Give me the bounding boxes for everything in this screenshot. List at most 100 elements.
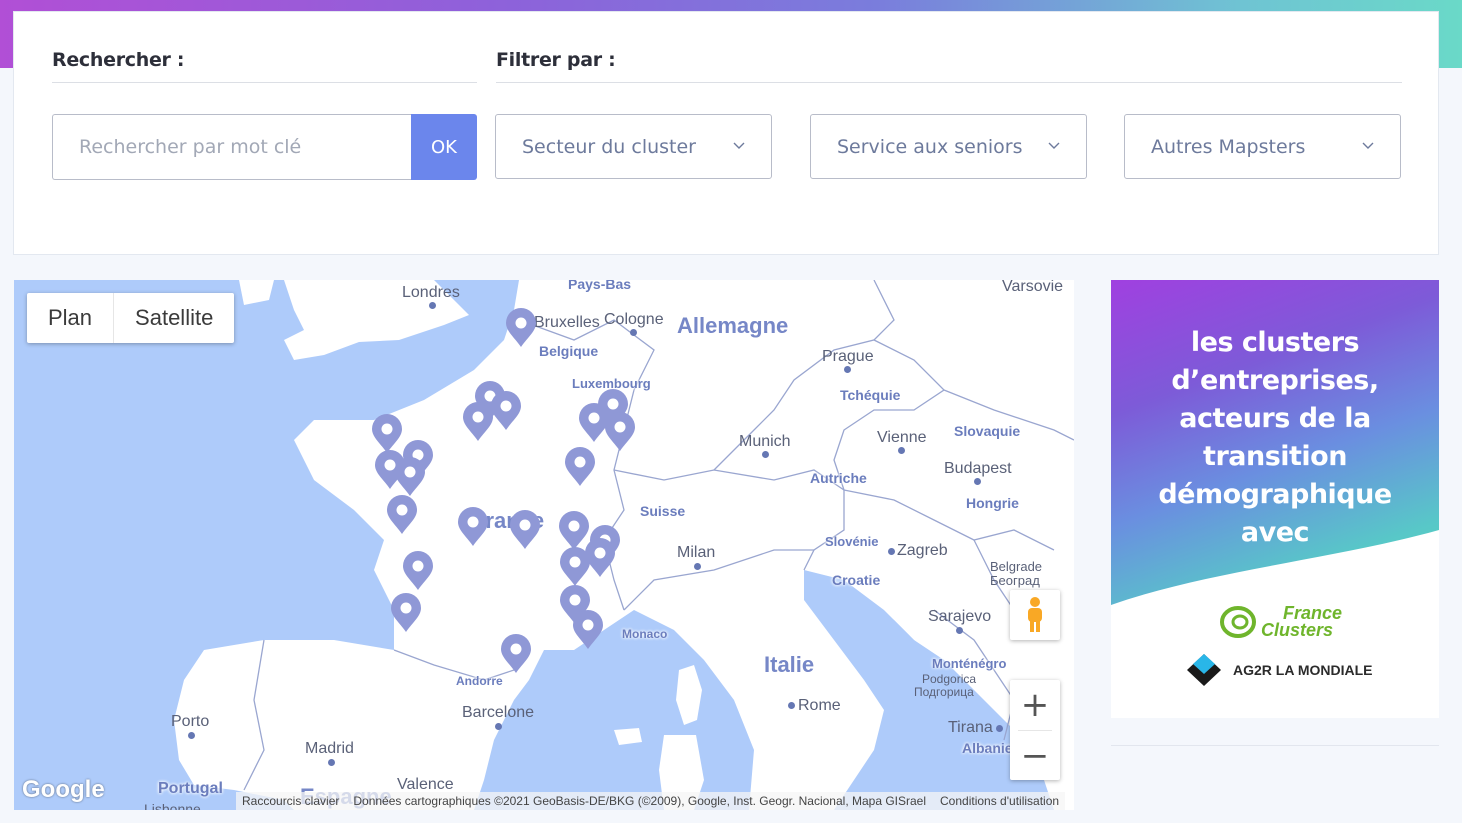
map-label-monaco: Monaco: [622, 627, 668, 641]
sidebar-divider: [1111, 745, 1439, 746]
map-type-control: Plan Satellite: [27, 293, 235, 343]
city-dot: [762, 451, 769, 458]
google-logo: Google: [22, 776, 105, 803]
city-dot: [630, 329, 637, 336]
map-label-podgorica-cyrillic: Подгорица: [914, 685, 974, 699]
map-label-paysbas: Pays-Bas: [568, 280, 632, 292]
search-section-divider: [52, 82, 477, 83]
france-clusters-swirl-icon: [1220, 606, 1256, 638]
senior-service-select-label: Service aux seniors: [837, 135, 1023, 158]
map-label-zagreb: Zagreb: [897, 542, 948, 559]
france-clusters-logo: France Clusters: [1219, 604, 1342, 640]
city-dot: [956, 627, 963, 634]
cluster-map-marker[interactable]: [385, 494, 419, 536]
banner-headline-line: avec: [1240, 517, 1310, 548]
map-label-beograd: Београд: [990, 573, 1040, 588]
map-label-autriche: Autriche: [810, 470, 867, 486]
map-type-satellite-button[interactable]: Satellite: [114, 293, 234, 343]
map-label-vienne: Vienne: [877, 429, 927, 446]
search-filter-panel: Rechercher : Filtrer par : OK Secteur du…: [13, 11, 1439, 255]
search-section-title: Rechercher :: [52, 49, 185, 71]
map-label-hongrie: Hongrie: [966, 495, 1019, 511]
banner-headline-line: les clusters: [1190, 327, 1360, 358]
other-mapsters-select-label: Autres Mapsters: [1151, 135, 1306, 158]
map-label-bruxelles: Bruxelles: [534, 314, 600, 331]
cluster-sector-select[interactable]: Secteur du cluster: [495, 114, 772, 179]
city-dot: [788, 702, 795, 709]
cluster-map-marker[interactable]: [389, 592, 423, 634]
cluster-map-marker[interactable]: [401, 550, 435, 592]
keyboard-shortcuts-link[interactable]: Raccourcis clavier: [242, 794, 339, 808]
zoom-control: + −: [1010, 680, 1060, 780]
city-dot: [898, 447, 905, 454]
map-label-podgorica: Podgorica: [922, 672, 977, 686]
map-label-barcelone: Barcelone: [462, 704, 535, 721]
map-label-munich: Munich: [739, 433, 791, 450]
map-label-budapest: Budapest: [944, 460, 1012, 477]
map-label-porto: Porto: [171, 713, 210, 730]
map-label-tirana: Tirana: [948, 719, 993, 736]
map-label-andorre: Andorre: [456, 674, 503, 688]
map-label-sarajevo: Sarajevo: [928, 608, 992, 625]
street-view-pegman-button[interactable]: [1010, 590, 1060, 640]
cluster-map-marker[interactable]: [508, 509, 542, 551]
map-label-tcheque: Tchéquie: [840, 387, 901, 403]
cluster-map-marker[interactable]: [393, 456, 427, 498]
city-dot: [694, 563, 701, 570]
map-label-albanie: Albanie: [962, 740, 1013, 756]
map-label-varsovie: Varsovie: [1002, 280, 1064, 295]
banner-headline-line: d’entreprises,: [1171, 365, 1379, 396]
map-label-portugal: Portugal: [158, 780, 223, 797]
cluster-sector-select-label: Secteur du cluster: [522, 135, 696, 158]
cluster-map-marker[interactable]: [504, 307, 538, 349]
banner-headline-line: transition: [1203, 441, 1347, 472]
map-label-rome: Rome: [798, 697, 841, 714]
city-dot: [188, 732, 195, 739]
map-label-prague: Prague: [822, 348, 874, 365]
chevron-down-icon: [733, 142, 745, 149]
map-type-plan-button[interactable]: Plan: [27, 293, 113, 343]
sponsor-banner[interactable]: les clusters d’entreprises, acteurs de l…: [1111, 280, 1439, 718]
cluster-map[interactable]: Londres Pays-Bas Bruxelles Cologne Belgi…: [14, 280, 1074, 810]
city-dot: [888, 548, 895, 555]
banner-headline-line: acteurs de la: [1179, 403, 1371, 434]
france-clusters-logo-line2: Clusters: [1261, 620, 1334, 640]
search-ok-button[interactable]: OK: [411, 114, 477, 180]
city-dot: [495, 723, 502, 730]
map-label-lisbonne: Lisbonne: [144, 801, 201, 810]
map-label-slovaquie: Slovaquie: [954, 423, 1021, 439]
map-label-montenegro: Monténégro: [932, 656, 1007, 671]
terms-of-use-link[interactable]: Conditions d'utilisation: [940, 794, 1059, 808]
cluster-map-marker[interactable]: [461, 401, 495, 443]
zoom-in-button[interactable]: +: [1010, 680, 1060, 730]
cluster-map-marker[interactable]: [571, 609, 605, 651]
cluster-map-marker[interactable]: [558, 546, 592, 588]
cluster-map-marker[interactable]: [456, 506, 490, 548]
map-label-croatie: Croatie: [832, 572, 881, 588]
map-data-text: Données cartographiques ©2021 GeoBasis-D…: [353, 794, 927, 808]
chevron-down-icon: [1362, 142, 1374, 149]
map-attribution: Raccourcis clavier Données cartographiqu…: [236, 792, 1066, 810]
filter-section-divider: [496, 82, 1402, 83]
city-dot: [328, 759, 335, 766]
keyword-search-input[interactable]: [52, 114, 412, 180]
map-label-belgique: Belgique: [539, 343, 599, 359]
ag2r-logo-text: AG2R LA MONDIALE: [1233, 662, 1373, 678]
cluster-map-marker[interactable]: [499, 633, 533, 675]
city-dot: [844, 366, 851, 373]
map-label-suisse: Suisse: [640, 503, 686, 519]
map-label-belgrade: Belgrade: [990, 559, 1043, 574]
senior-service-select[interactable]: Service aux seniors: [810, 114, 1087, 179]
other-mapsters-select[interactable]: Autres Mapsters: [1124, 114, 1401, 179]
zoom-out-button[interactable]: −: [1010, 731, 1060, 781]
map-label-madrid: Madrid: [305, 740, 354, 757]
cluster-map-marker[interactable]: [603, 411, 637, 453]
map-label-cologne: Cologne: [604, 311, 664, 328]
map-label-italie: Italie: [764, 652, 815, 677]
chevron-down-icon: [1048, 142, 1060, 149]
cluster-map-marker[interactable]: [563, 446, 597, 488]
map-label-milan: Milan: [677, 544, 716, 561]
ag2r-diamond-icon: [1187, 654, 1221, 686]
ag2r-logo: AG2R LA MONDIALE: [1185, 652, 1372, 688]
banner-headline-line: démographique: [1158, 479, 1392, 510]
